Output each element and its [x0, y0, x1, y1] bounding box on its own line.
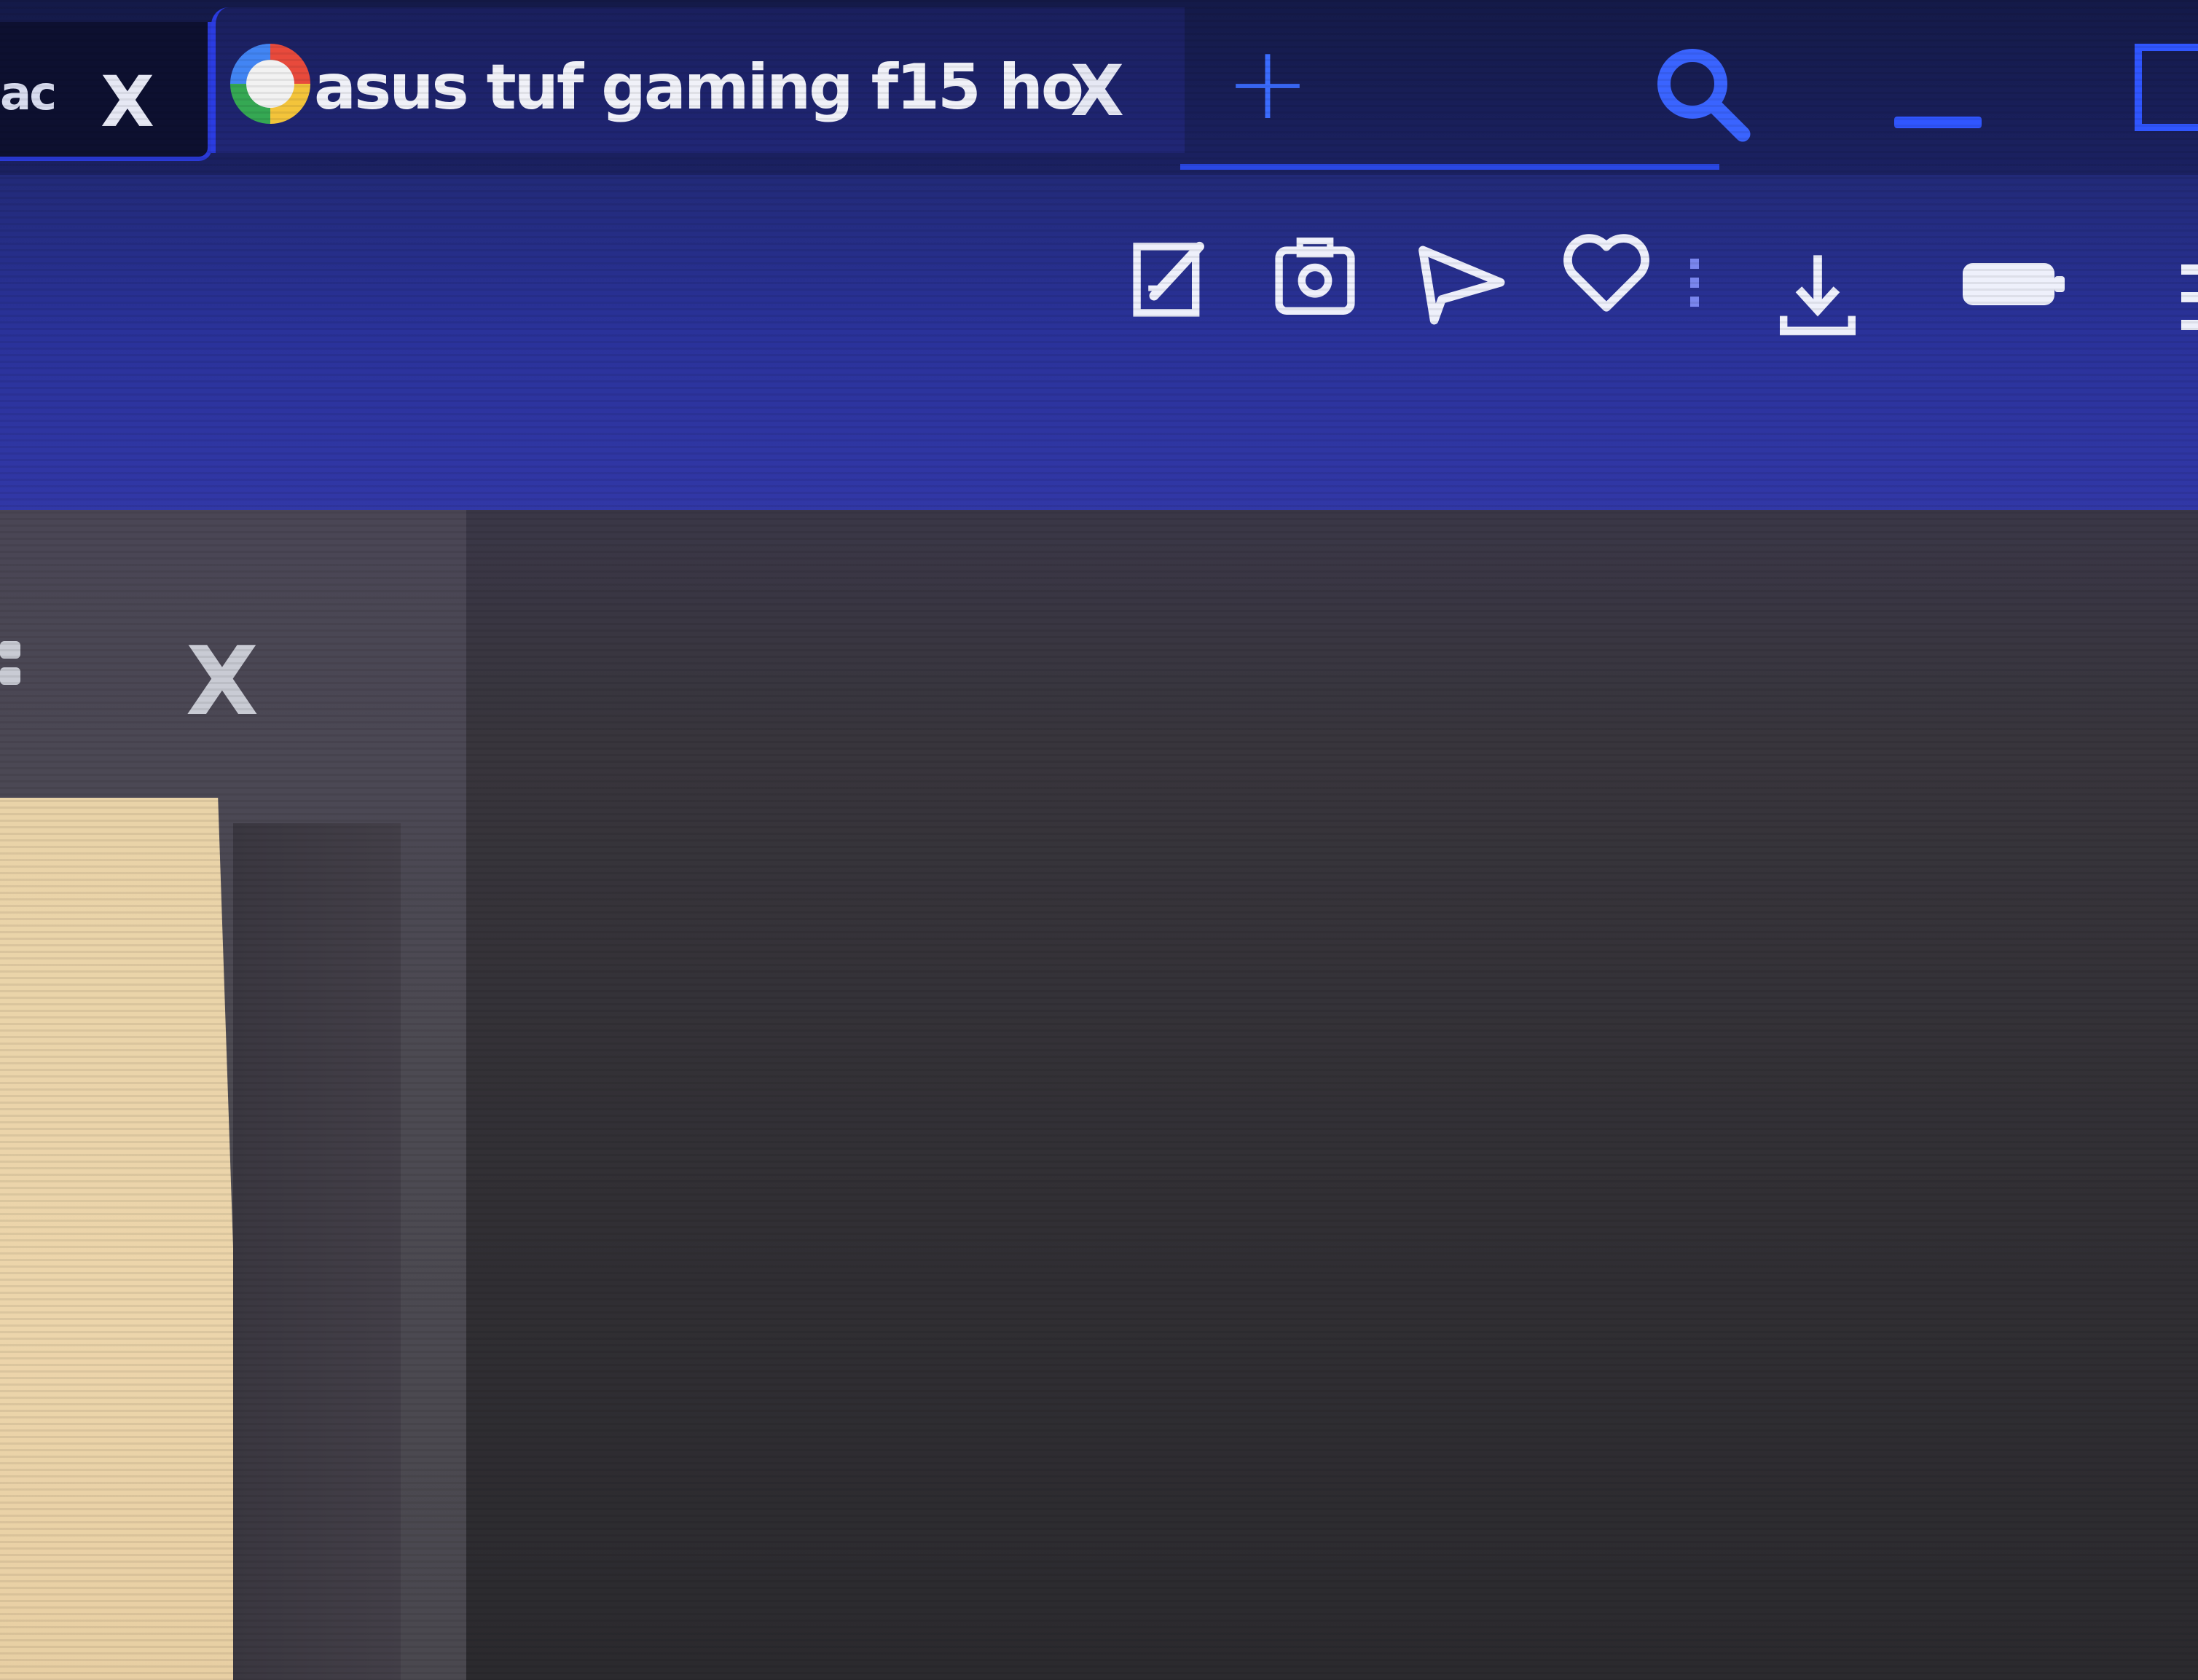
- tab-close-button[interactable]: X: [1068, 56, 1126, 126]
- menu-icon[interactable]: [2178, 259, 2198, 339]
- google-favicon-icon: [230, 44, 310, 124]
- tab-active[interactable]: asus tuf gaming f15 horizo X: [211, 7, 1185, 153]
- page-content: X: [0, 510, 2198, 1680]
- screenshot-icon[interactable]: [1268, 229, 1362, 324]
- tab-strip: ac X asus tuf gaming f15 horizo X +: [0, 0, 2198, 175]
- tab-strip-underline: [1180, 164, 1719, 170]
- new-tab-button[interactable]: +: [1202, 25, 1333, 142]
- side-panel: X: [0, 510, 466, 1680]
- toolbar-separator: [1690, 259, 1699, 310]
- tab-close-button[interactable]: X: [98, 67, 157, 137]
- favorite-heart-icon[interactable]: [1559, 226, 1654, 321]
- page-shadow: [233, 823, 401, 1680]
- search-icon[interactable]: [1646, 40, 1756, 149]
- share-icon[interactable]: [1413, 233, 1508, 328]
- tab-title: ac: [0, 67, 57, 121]
- tab-title: asus tuf gaming f15 horizo: [314, 51, 1086, 124]
- side-panel-close-button[interactable]: X: [182, 634, 262, 729]
- minimize-icon[interactable]: [1894, 117, 1982, 128]
- edit-page-icon[interactable]: [1126, 229, 1220, 324]
- vertical-dots-icon[interactable]: [0, 641, 29, 714]
- restore-icon[interactable]: [2135, 44, 2198, 131]
- download-icon[interactable]: [1770, 248, 1865, 342]
- tab-previous[interactable]: ac X: [0, 22, 212, 161]
- browser-toolbar: [0, 175, 2198, 525]
- page-preview: [0, 798, 248, 1680]
- battery-icon: [1960, 251, 2069, 317]
- browser-window: ac X asus tuf gaming f15 horizo X +: [0, 0, 2198, 1680]
